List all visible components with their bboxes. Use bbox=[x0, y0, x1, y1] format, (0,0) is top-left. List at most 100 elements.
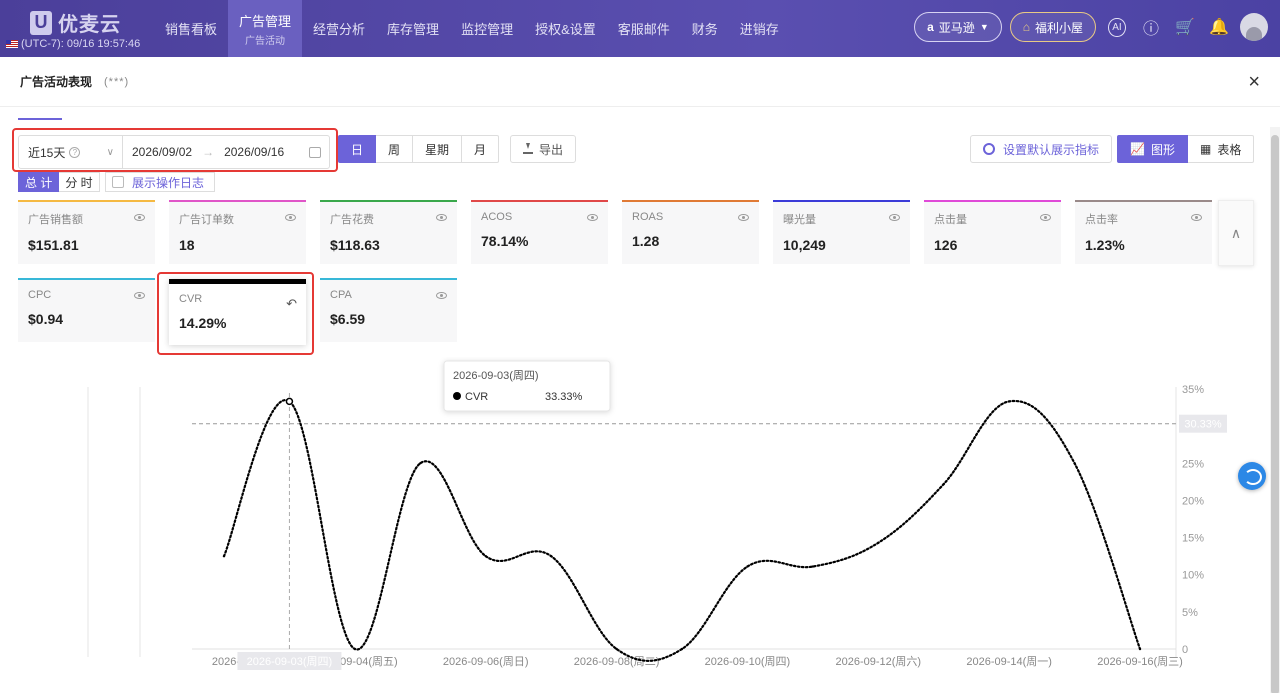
house-icon: ⌂ bbox=[1022, 20, 1030, 34]
menu-item-business-analysis[interactable]: 经营分析 bbox=[302, 0, 376, 57]
highlight-box-cvr bbox=[157, 272, 314, 355]
modal-title: 广告活动表现 bbox=[20, 75, 93, 89]
menu-item-service-mail[interactable]: 客服邮件 bbox=[607, 0, 681, 57]
campaign-performance-modal: 广告活动表现 (***) × 近15天 ? ∨ 2026/09/02 → 202… bbox=[0, 57, 1280, 693]
help-icon[interactable]: ⓘ bbox=[1138, 14, 1164, 40]
menu-item-ad-management[interactable]: 广告管理 广告活动 bbox=[228, 0, 303, 57]
eye-icon[interactable] bbox=[1191, 214, 1202, 221]
bell-icon[interactable]: 🔔 bbox=[1206, 14, 1232, 40]
data-point bbox=[484, 554, 487, 558]
chart-tooltip: 2026-09-03(周四) CVR 33.33% bbox=[443, 360, 611, 412]
menu-item-finance[interactable]: 财务 bbox=[681, 0, 729, 57]
welfare-button[interactable]: ⌂ 福利小屋 bbox=[1009, 12, 1096, 42]
granularity-week[interactable]: 周 bbox=[376, 135, 414, 163]
scrollbar-thumb[interactable] bbox=[1271, 135, 1279, 693]
app-logo[interactable]: U 优麦云 bbox=[30, 8, 121, 37]
metric-label: 点击量 bbox=[934, 214, 967, 226]
hourly-button[interactable]: 分 时 bbox=[59, 172, 100, 192]
y-tick-label: 0 bbox=[1182, 644, 1188, 656]
metric-label: ROAS bbox=[632, 211, 664, 223]
show-log-label: 展示操作日志 bbox=[132, 175, 205, 190]
tooltip-title: 2026-09-03(周四) bbox=[453, 369, 539, 382]
menu-item-monitoring[interactable]: 监控管理 bbox=[450, 0, 524, 57]
show-log-checkbox[interactable]: 展示操作日志 bbox=[105, 172, 216, 192]
data-point bbox=[549, 554, 553, 558]
menu-item-inventory[interactable]: 库存管理 bbox=[376, 0, 450, 57]
collapse-metrics-button[interactable]: ∧ bbox=[1218, 200, 1254, 266]
eye-icon[interactable] bbox=[134, 214, 145, 221]
eye-icon[interactable] bbox=[738, 214, 749, 221]
amazon-icon: a bbox=[927, 20, 934, 34]
x-tick-label: 2026-09-06(周日) bbox=[443, 655, 529, 668]
x-tick-label: 2026-09-14(周一) bbox=[966, 655, 1052, 668]
data-point bbox=[877, 541, 880, 544]
vertical-scrollbar[interactable] bbox=[1270, 127, 1280, 693]
metric-card-cpa[interactable]: CPA $6.59 bbox=[320, 278, 457, 342]
tooltip-series-value: 33.33% bbox=[545, 391, 583, 403]
menu-item-auth-settings[interactable]: 授权&设置 bbox=[524, 0, 607, 57]
eye-icon[interactable] bbox=[436, 214, 447, 221]
metric-card-roas[interactable]: ROAS 1.28 bbox=[622, 200, 759, 264]
metric-value: 18 bbox=[179, 237, 195, 253]
metric-value: 1.28 bbox=[632, 233, 660, 249]
eye-icon[interactable] bbox=[1040, 214, 1051, 221]
metric-card[interactable]: 点击率 1.23% bbox=[1075, 200, 1212, 264]
cvr-line-chart: 05%10%15%20%25%30%35%2026-09-022026-09-0… bbox=[87, 360, 1227, 670]
support-chat-button[interactable] bbox=[1238, 462, 1266, 490]
menu-item-sales-dashboard[interactable]: 销售看板 bbox=[154, 0, 228, 57]
granularity-weekday[interactable]: 星期 bbox=[413, 135, 463, 163]
ai-assistant-icon[interactable]: AI bbox=[1104, 14, 1130, 40]
metric-card[interactable]: 广告花费 $118.63 bbox=[320, 200, 457, 264]
chevron-down-icon: ▼ bbox=[979, 22, 989, 32]
timezone-text: (UTC-7): 09/16 19:57:46 bbox=[21, 38, 141, 50]
total-button[interactable]: 总 计 bbox=[18, 172, 60, 192]
crosshair-x-label: 2026-09-03(周四) bbox=[247, 655, 333, 668]
metric-label: 广告销售额 bbox=[28, 214, 83, 226]
metric-value: $6.59 bbox=[330, 311, 366, 327]
eye-icon[interactable] bbox=[285, 214, 296, 221]
granularity-day[interactable]: 日 bbox=[338, 135, 377, 163]
menu-label: 库存管理 bbox=[387, 22, 440, 37]
user-avatar[interactable] bbox=[1240, 13, 1268, 41]
metric-card[interactable]: 曝光量 10,249 bbox=[773, 200, 910, 264]
menu-label: 进销存 bbox=[739, 22, 779, 37]
cvr-series-line bbox=[222, 399, 1142, 662]
metric-value: 126 bbox=[934, 237, 958, 253]
metric-label: 点击率 bbox=[1085, 214, 1118, 226]
menu-item-erp[interactable]: 进销存 bbox=[729, 0, 790, 57]
marketplace-select[interactable]: a 亚马逊 ▼ bbox=[914, 12, 1002, 42]
x-tick-label: 2026-09-12(周六) bbox=[835, 655, 921, 668]
metric-label: 曝光量 bbox=[783, 214, 816, 226]
eye-icon[interactable] bbox=[889, 214, 900, 221]
metric-value: 1.23% bbox=[1085, 237, 1125, 253]
metric-card[interactable]: 广告销售额 $151.81 bbox=[18, 200, 155, 264]
eye-icon[interactable] bbox=[587, 214, 598, 221]
metric-card-cpc[interactable]: CPC $0.94 bbox=[18, 278, 155, 342]
view-chart-button[interactable]: 📈 图形 bbox=[1117, 135, 1188, 163]
top-navbar: U 优麦云 (UTC-7): 09/16 19:57:46 销售看板 广告管理 … bbox=[0, 0, 1280, 57]
view-toggle: 📈 图形 ▦ 表格 bbox=[1117, 135, 1255, 163]
tooltip-box bbox=[443, 360, 611, 412]
menu-label: 授权&设置 bbox=[535, 22, 596, 37]
metric-value: $0.94 bbox=[28, 311, 64, 327]
metric-card-acos[interactable]: ACOS 78.14% bbox=[471, 200, 608, 264]
default-metrics-button[interactable]: 设置默认展示指标 bbox=[970, 135, 1113, 163]
chevron-up-icon: ∧ bbox=[1230, 224, 1242, 241]
checkbox-icon[interactable] bbox=[112, 176, 124, 188]
y-tick-label: 25% bbox=[1182, 458, 1204, 470]
metric-card[interactable]: 广告订单数 18 bbox=[169, 200, 306, 264]
export-button[interactable]: 导出 bbox=[510, 135, 577, 163]
granularity-month[interactable]: 月 bbox=[462, 135, 500, 163]
metric-value: $151.81 bbox=[28, 237, 79, 253]
view-table-button[interactable]: ▦ 表格 bbox=[1187, 135, 1255, 163]
metric-label: CPC bbox=[28, 289, 52, 301]
eye-icon[interactable] bbox=[436, 292, 447, 299]
cart-icon[interactable]: 🛒 bbox=[1172, 14, 1198, 40]
chart-icon: 📈 bbox=[1130, 142, 1145, 156]
eye-icon[interactable] bbox=[134, 292, 145, 299]
metric-card[interactable]: 点击量 126 bbox=[924, 200, 1061, 264]
close-icon[interactable]: × bbox=[1248, 72, 1260, 92]
nav-right-tools: a 亚马逊 ▼ ⌂ 福利小屋 AI ⓘ 🛒 🔔 bbox=[914, 12, 1268, 42]
data-point bbox=[419, 462, 422, 465]
menu-label: 经营分析 bbox=[313, 22, 366, 37]
